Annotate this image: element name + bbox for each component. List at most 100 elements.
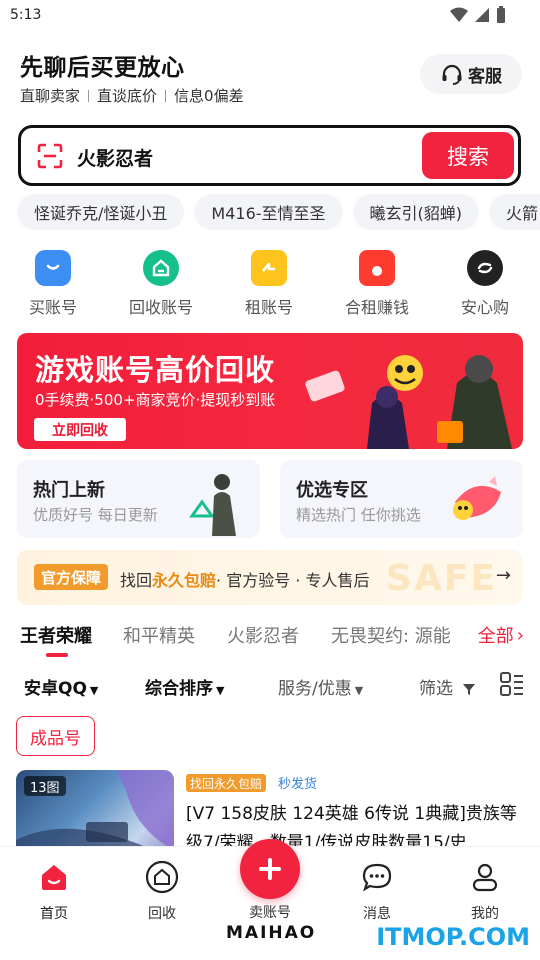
card-title: 热门上新 [33, 480, 105, 501]
recycle-banner[interactable]: 游戏账号高价回收 0手续费·500+商家竞价·提现秒到账 立即回收 [17, 333, 523, 449]
instant-delivery-tag: 秒发货 [278, 777, 318, 792]
nav-recycle-account[interactable]: 回收账号 [111, 248, 211, 318]
page-slogan: 先聊后买更放心 [20, 55, 185, 81]
active-tab-indicator [46, 653, 68, 657]
tab-messages[interactable]: 消息 [337, 847, 417, 923]
customer-service-label: 客服 [468, 66, 502, 87]
guarantee-badge: 官方保障 [34, 564, 109, 590]
image-count-badge: 13图 [24, 776, 66, 796]
buy-bag-icon [35, 250, 71, 286]
divider [165, 89, 167, 102]
customer-service-button[interactable]: 客服 [420, 54, 522, 94]
brand-logo: MAIHAO [226, 923, 317, 943]
tab-mine[interactable]: 我的 [445, 847, 525, 923]
recycle-icon [143, 250, 179, 286]
site-watermark: ITMOP.COM [376, 923, 530, 951]
banner-subtitle: 0手续费·500+商家竞价·提现秒到账 [35, 391, 276, 409]
hot-tag[interactable]: 怪诞乔克/怪诞小丑 [17, 194, 185, 230]
rent-icon [251, 250, 287, 286]
nav-label: 租账号 [244, 298, 293, 317]
tab-huoying[interactable]: 火影忍者 [227, 622, 299, 648]
tab-recycle[interactable]: 回收 [122, 847, 202, 923]
filter-label: 筛选 [419, 679, 453, 699]
headset-icon [442, 64, 462, 85]
filter-label: 安卓QQ [24, 679, 87, 699]
tab-label: 首页 [40, 906, 68, 922]
banner-title: 游戏账号高价回收 [35, 353, 276, 387]
tab-label: 火影忍者 [227, 626, 299, 647]
nav-label: 合租赚钱 [344, 298, 409, 317]
top-bar: 先聊后买更放心 直聊卖家 直谈底价 信息0偏差 客服 [0, 40, 540, 110]
plus-icon [259, 858, 281, 880]
hot-tag[interactable]: 火箭 [489, 194, 540, 230]
sell-account-button[interactable] [240, 839, 300, 899]
chevron-right-icon: › [516, 624, 524, 646]
filter-platform[interactable]: 安卓QQ ▼ [24, 674, 98, 699]
guarantee-text: 找回永久包赔· 官方验号 · 专人售后 [120, 567, 369, 591]
safe-watermark: SAFE [386, 558, 497, 599]
tab-heping[interactable]: 和平精英 [123, 622, 195, 648]
nav-shared-rent[interactable]: 合租赚钱 [327, 248, 427, 318]
caret-down-icon: ▼ [216, 684, 225, 697]
nav-label: 买账号 [28, 298, 77, 317]
card-title: 优选专区 [296, 480, 368, 501]
search-input[interactable]: 火影忍者 [77, 144, 153, 171]
tab-label: 回收 [148, 906, 176, 922]
filter-screen[interactable]: 筛选 [419, 674, 476, 699]
search-bar[interactable]: 火影忍者 搜索 [18, 125, 521, 186]
tab-label: 消息 [363, 906, 391, 922]
nav-rent-account[interactable]: 租账号 [219, 248, 319, 318]
soldier-icon [189, 474, 236, 536]
feature-cards: 热门上新 优质好号 每日更新 优选专区 精选热门 任你挑选 [17, 460, 523, 538]
user-icon [445, 857, 525, 897]
selected-zone-card[interactable]: 优选专区 精选热门 任你挑选 [280, 460, 523, 538]
banner-cta-button[interactable]: 立即回收 [34, 418, 126, 441]
tab-wuwei[interactable]: 无畏契约: 源能 [331, 622, 451, 648]
feature-point: 直谈底价 [97, 87, 158, 105]
status-time: 5:13 [10, 7, 42, 23]
funnel-icon [463, 684, 476, 695]
wifi-icon [450, 7, 468, 22]
grid-view-icon[interactable] [500, 672, 524, 696]
status-bar: 5:13 [0, 0, 540, 32]
share-earn-icon [359, 250, 395, 286]
nav-safe-buy[interactable]: 安心购 [435, 248, 535, 318]
arrow-right-icon[interactable]: → [496, 565, 511, 586]
tab-label: 我的 [471, 906, 499, 922]
guarantee-highlight: 永久包赔 [152, 571, 217, 590]
mascot-icon [453, 476, 501, 520]
chat-bubble-icon [337, 857, 417, 897]
filter-label: 服务/优惠 [278, 679, 352, 699]
filter-label: 综合排序 [145, 679, 213, 699]
finished-account-chip[interactable]: 成品号 [16, 716, 95, 756]
nav-buy-account[interactable]: 买账号 [3, 248, 103, 318]
hot-tag[interactable]: 曦玄引(貂蝉) [352, 194, 480, 230]
compensation-tag: 找回永久包赔 [186, 774, 267, 792]
all-label: 全部 [477, 626, 514, 647]
recycle-home-icon [122, 857, 202, 897]
sell-account-label: 卖账号 [249, 905, 291, 921]
product-card[interactable]: 13图 找回永久包赔 秒发货 [V7 158皮肤 124英雄 6传说 1典藏]贵… [16, 770, 526, 850]
filter-sort[interactable]: 综合排序 ▼ [145, 674, 224, 699]
tab-home[interactable]: 首页 [14, 847, 94, 923]
search-button[interactable]: 搜索 [422, 132, 514, 179]
feature-point: 直聊卖家 [20, 87, 81, 105]
card-subtitle: 优质好号 每日更新 [33, 506, 158, 524]
game-tabs: 王者荣耀 和平精英 火影忍者 无畏契约: 源能 全部 › [0, 618, 540, 657]
tab-label: 无畏契约: 源能 [331, 626, 451, 647]
caret-down-icon: ▼ [89, 684, 99, 697]
filter-service[interactable]: 服务/优惠 ▼ [278, 674, 363, 699]
hot-tag[interactable]: M416-至情至圣 [194, 194, 343, 230]
all-games-link[interactable]: 全部 › [458, 618, 540, 652]
feature-points: 直聊卖家 直谈底价 信息0偏差 [20, 85, 244, 106]
tab-wangzhe[interactable]: 王者荣耀 [20, 622, 92, 657]
official-guarantee-bar[interactable]: SAFE 官方保障 找回永久包赔· 官方验号 · 专人售后 → [17, 550, 523, 605]
scan-icon[interactable] [37, 143, 63, 169]
nav-label: 回收账号 [128, 298, 193, 317]
guarantee-suffix: · 官方验号 · 专人售后 [216, 571, 370, 590]
hot-new-card[interactable]: 热门上新 优质好号 每日更新 [17, 460, 260, 538]
card-subtitle: 精选热门 任你挑选 [296, 506, 421, 524]
divider [88, 89, 90, 102]
quick-nav: 买账号 回收账号 租账号 合租赚钱 安心购 [0, 248, 540, 318]
safe-buy-icon [467, 250, 503, 286]
